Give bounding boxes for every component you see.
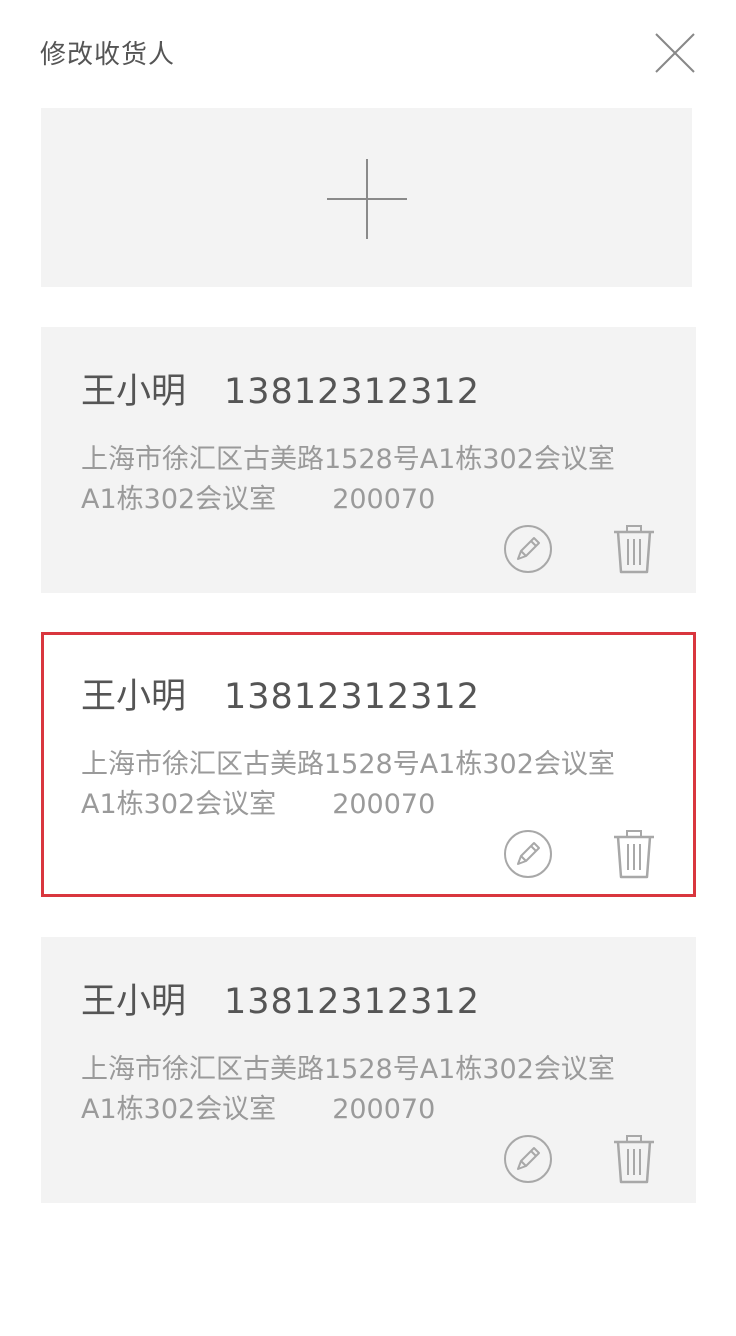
close-button[interactable] [652, 30, 698, 76]
delete-address-button[interactable] [610, 828, 658, 880]
add-address-button[interactable] [41, 108, 692, 287]
address-text-line2: A1栋302会议室 [81, 484, 277, 515]
pencil-icon [504, 830, 552, 878]
trash-icon [614, 830, 654, 879]
recipient-name: 王小明 [81, 372, 187, 412]
recipient-name: 王小明 [81, 982, 187, 1022]
address-text: 上海市徐汇区古美路1528号A1栋302会议室 [81, 1054, 615, 1085]
zip-code: 200070 [332, 1094, 436, 1125]
trash-icon [614, 525, 654, 574]
plus-icon [327, 159, 407, 239]
edit-address-button[interactable] [503, 1134, 553, 1184]
recipient-name: 王小明 [81, 677, 187, 717]
edit-address-button[interactable] [503, 524, 553, 574]
recipient-phone: 13812312312 [224, 982, 480, 1022]
pencil-icon [504, 1135, 552, 1183]
edit-address-button[interactable] [503, 829, 553, 879]
address-card-selected[interactable]: 王小明 13812312312 上海市徐汇区古美路1528号A1栋302会议室 A… [41, 632, 696, 897]
pencil-icon [504, 525, 552, 573]
page-title: 修改收货人 [40, 40, 176, 70]
delete-address-button[interactable] [610, 1133, 658, 1185]
recipient-phone: 13812312312 [224, 677, 480, 717]
zip-code: 200070 [332, 484, 436, 515]
address-card[interactable]: 王小明 13812312312 上海市徐汇区古美路1528号A1栋302会议室 A… [41, 937, 696, 1203]
trash-icon [614, 1135, 654, 1184]
delete-address-button[interactable] [610, 523, 658, 575]
address-text: 上海市徐汇区古美路1528号A1栋302会议室 [81, 444, 615, 475]
zip-code: 200070 [332, 789, 436, 820]
address-card[interactable]: 王小明 13812312312 上海市徐汇区古美路1528号A1栋302会议室 A… [41, 327, 696, 593]
address-text-line2: A1栋302会议室 [81, 1094, 277, 1125]
address-text: 上海市徐汇区古美路1528号A1栋302会议室 [81, 749, 615, 780]
recipient-phone: 13812312312 [224, 372, 480, 412]
address-text-line2: A1栋302会议室 [81, 789, 277, 820]
close-icon [655, 33, 695, 73]
